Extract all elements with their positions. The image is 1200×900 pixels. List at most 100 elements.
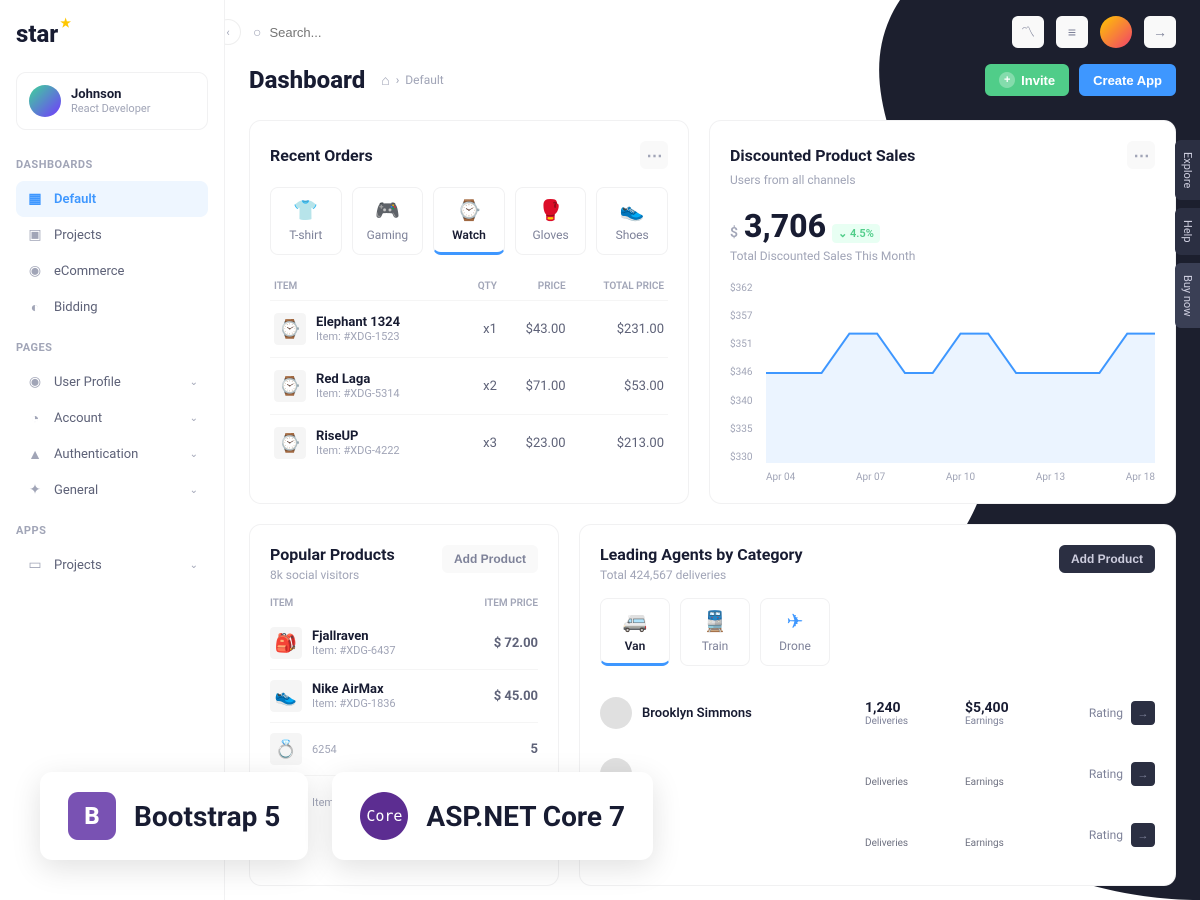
user-card[interactable]: Johnson React Developer (16, 72, 208, 130)
discounted-sales-card: Discounted Product Sales⋯ Users from all… (709, 120, 1176, 504)
brand-logo[interactable]: star (16, 20, 208, 48)
logout-icon[interactable]: → (1144, 16, 1176, 48)
tab-shoes[interactable]: 👟Shoes (596, 187, 668, 255)
aspnet-badge: Core ASP.NET Core 7 (332, 772, 653, 860)
plus-icon: + (999, 72, 1015, 88)
sidebar-item-user-profile[interactable]: ◉User Profile⌄ (16, 364, 208, 400)
table-row: Brooklyn Simmons 1,240Deliveries $5,400E… (600, 682, 1155, 743)
product-name: Nike AirMax (312, 682, 396, 697)
grid-icon: ▦ (26, 190, 44, 208)
van-icon: 🚐 (601, 609, 669, 633)
product-name: Elephant 1324 (316, 315, 400, 330)
recent-orders-title: Recent Orders⋯ (270, 141, 668, 169)
qty-cell: x1 (462, 301, 501, 358)
arrow-right-icon[interactable]: → (1131, 701, 1155, 725)
rail-buy[interactable]: Buy now (1175, 263, 1200, 328)
sidebar-item-bidding[interactable]: ◐Bidding (16, 289, 208, 325)
gloves-icon: 🥊 (520, 198, 582, 222)
sidebar-item-apps-projects[interactable]: ▭Projects⌄ (16, 547, 208, 583)
chevron-right-icon: › (396, 73, 400, 87)
cart-icon: ◉ (26, 262, 44, 280)
chevron-down-icon: ⌄ (190, 560, 198, 571)
th-qty: QTY (462, 273, 501, 301)
profile-avatar[interactable] (1100, 16, 1132, 48)
product-sku: Item: #XDG-5314 (316, 387, 400, 400)
tab-tshirt[interactable]: 👕T-shirt (270, 187, 342, 255)
rail-explore[interactable]: Explore (1175, 140, 1200, 200)
product-thumb: 🎒 (270, 627, 302, 659)
notification-icon[interactable]: ≡ (1056, 16, 1088, 48)
search-input[interactable] (269, 25, 1000, 40)
arrow-right-icon[interactable]: → (1131, 823, 1155, 847)
product-sku: Item: #XDG-4222 (316, 444, 400, 457)
product-thumb: 👟 (270, 680, 302, 712)
chevron-down-icon: ⌄ (190, 449, 198, 460)
product-name: Fjallraven (312, 629, 396, 644)
price-cell: $23.00 (501, 415, 570, 472)
gaming-icon: 🎮 (357, 198, 419, 222)
person-icon: ▲ (26, 445, 44, 463)
currency-label: $ (730, 225, 738, 241)
card-menu-button[interactable]: ⋯ (640, 141, 668, 169)
home-icon[interactable]: ⌂ (381, 72, 389, 89)
bootstrap-logo-icon: B (68, 792, 116, 840)
qty-cell: x3 (462, 415, 501, 472)
total-cell: $231.00 (570, 301, 668, 358)
invite-button[interactable]: +Invite (985, 64, 1069, 96)
sales-chart: $362$357$351$346$340$335$330 Apr 04Apr 0… (730, 283, 1155, 483)
sidebar-item-account[interactable]: ◔Account⌄ (16, 400, 208, 436)
drone-icon: ✈ (761, 609, 829, 633)
tab-van[interactable]: 🚐Van (600, 598, 670, 666)
agent-name: Brooklyn Simmons (642, 706, 752, 721)
product-sku: Item: #XDG-1836 (312, 697, 396, 710)
nav-section-apps: APPS (16, 524, 208, 537)
sidebar-item-general[interactable]: ✦General⌄ (16, 472, 208, 508)
tab-train[interactable]: 🚆Train (680, 598, 750, 666)
earnings-value: $5,400 (965, 700, 1065, 716)
product-thumb: 💍 (270, 733, 302, 765)
earnings-value: $174,074 (965, 761, 1065, 777)
table-row: ⌚RiseUPItem: #XDG-4222 x3 $23.00 $213.00 (270, 415, 668, 472)
table-row: ⌚Red LagaItem: #XDG-5314 x2 $71.00 $53.0… (270, 358, 668, 415)
leading-agents-card: Add Product Leading Agents by Category T… (579, 524, 1176, 886)
nav-section-dashboards: DASHBOARDS (16, 158, 208, 171)
user-name: Johnson (71, 87, 150, 102)
sidebar-item-default[interactable]: ▦Default (16, 181, 208, 217)
total-cell: $53.00 (570, 358, 668, 415)
total-cell: $213.00 (570, 415, 668, 472)
arrow-right-icon[interactable]: → (1131, 762, 1155, 786)
chevron-down-icon: ⌄ (190, 377, 198, 388)
tshirt-icon: 👕 (275, 198, 337, 222)
add-product-button-dark[interactable]: Add Product (1059, 545, 1155, 573)
card-menu-button[interactable]: ⋯ (1127, 141, 1155, 169)
sidebar-item-authentication[interactable]: ▲Authentication⌄ (16, 436, 208, 472)
nav-section-pages: PAGES (16, 341, 208, 354)
sidebar-item-projects[interactable]: ▣Projects (16, 217, 208, 253)
popular-subtitle: 8k social visitors (270, 568, 395, 582)
popular-title: Popular Products (270, 545, 395, 564)
list-item: 💍6254 5 (270, 722, 538, 775)
table-row: 6,074Deliveries $174,074Earnings Rating→ (600, 743, 1155, 804)
chevron-down-icon: ⌄ (190, 413, 198, 424)
gavel-icon: ◐ (26, 298, 44, 316)
create-app-button[interactable]: Create App (1079, 64, 1176, 96)
table-row: Zuid Area 357Deliveries $2,737Earnings R… (600, 804, 1155, 865)
tab-gaming[interactable]: 🎮Gaming (352, 187, 424, 255)
train-icon: 🚆 (681, 609, 749, 633)
chevron-down-icon: ⌄ (190, 485, 198, 496)
tab-watch[interactable]: ⌚Watch (433, 187, 505, 255)
user-icon: ◉ (26, 373, 44, 391)
product-thumb: ⌚ (274, 313, 306, 345)
tab-drone[interactable]: ✈Drone (760, 598, 830, 666)
rail-help[interactable]: Help (1175, 208, 1200, 255)
breadcrumb-current: Default (405, 73, 443, 87)
sidebar-item-ecommerce[interactable]: ◉eCommerce (16, 253, 208, 289)
chart-icon[interactable]: 〽 (1012, 16, 1044, 48)
shoes-icon: 👟 (601, 198, 663, 222)
th-total: TOTAL PRICE (570, 273, 668, 301)
bootstrap-badge: B Bootstrap 5 (40, 772, 308, 860)
tab-gloves[interactable]: 🥊Gloves (515, 187, 587, 255)
product-sku: Item: #XDG-6437 (312, 644, 396, 657)
add-product-button[interactable]: Add Product (442, 545, 538, 573)
rocket-icon: ✦ (26, 481, 44, 499)
